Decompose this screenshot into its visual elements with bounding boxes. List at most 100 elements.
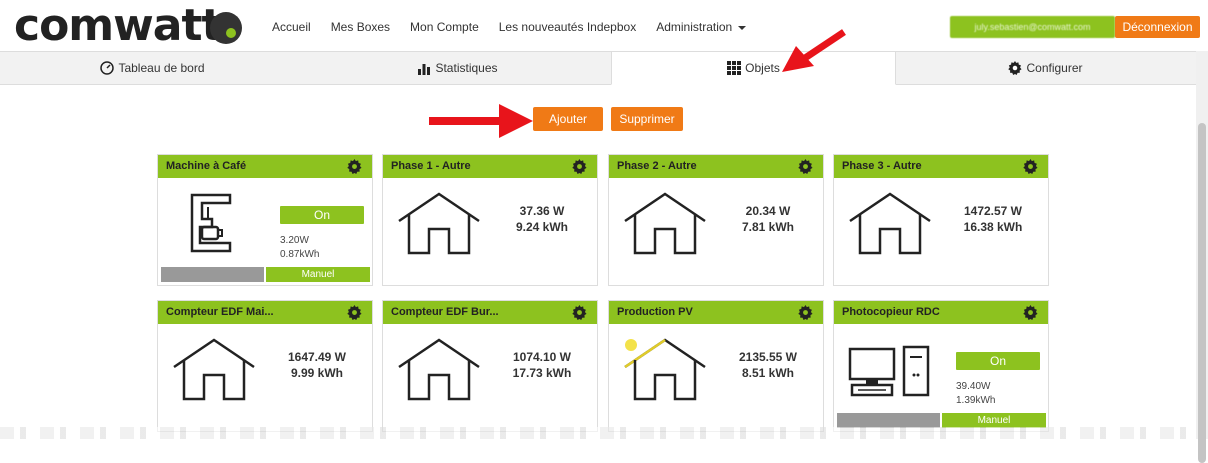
house-icon	[624, 192, 706, 255]
power-value: 1074.10 W	[512, 350, 572, 364]
card-header: Phase 3 - Autre	[834, 155, 1048, 178]
energy-value: 0.87kWh	[280, 249, 320, 260]
card-header: Compteur EDF Mai...	[158, 301, 372, 324]
nav-administration[interactable]: Administration	[656, 20, 747, 34]
schedule-bar[interactable]	[161, 267, 264, 282]
nav-accueil[interactable]: Accueil	[272, 20, 311, 34]
tab-statistiques[interactable]: Statistiques	[305, 52, 610, 84]
nav-mes-boxes[interactable]: Mes Boxes	[331, 20, 390, 34]
gear-icon[interactable]	[572, 305, 587, 320]
card-title: Compteur EDF Bur...	[391, 306, 499, 318]
object-card[interactable]: Compteur EDF Mai... 1647.49 W 9.99 kWh	[157, 300, 373, 432]
caret-down-icon	[738, 25, 747, 30]
tab-configurer[interactable]: Configurer	[895, 52, 1196, 84]
gear-icon[interactable]	[347, 305, 362, 320]
delete-button[interactable]: Supprimer	[611, 107, 683, 131]
solar-house-icon	[624, 338, 706, 401]
meter-values: 1472.57 W 16.38 kWh	[946, 203, 1040, 235]
tab-label: Configurer	[1026, 61, 1083, 75]
add-button[interactable]: Ajouter	[533, 107, 603, 131]
logo-mark-icon	[210, 12, 242, 44]
object-card[interactable]: Phase 2 - Autre 20.34 W 7.81 kWh	[608, 154, 824, 286]
card-header: Phase 1 - Autre	[383, 155, 597, 178]
house-icon	[173, 338, 255, 401]
gear-icon[interactable]	[347, 159, 362, 174]
tab-label: Statistiques	[435, 61, 498, 75]
toggle-on-button[interactable]: On	[280, 206, 364, 224]
energy-value: 17.73 kWh	[512, 366, 572, 380]
card-title: Compteur EDF Mai...	[166, 306, 274, 318]
grid-icon	[727, 61, 742, 75]
gear-icon[interactable]	[798, 159, 813, 174]
energy-value: 7.81 kWh	[741, 220, 795, 234]
object-card[interactable]: Compteur EDF Bur... 1074.10 W 17.73 kWh	[382, 300, 598, 432]
top-bar: comwatt Accueil Mes Boxes Mon Compte Les…	[0, 0, 1208, 52]
object-card[interactable]: Machine à Café On 3.20W 0.87kWh Manuel	[157, 154, 373, 286]
power-value: 1647.49 W	[287, 350, 347, 364]
gear-icon	[1008, 61, 1023, 75]
tab-label: Tableau de bord	[118, 61, 205, 75]
energy-value: 16.38 kWh	[963, 220, 1023, 234]
object-card[interactable]: Photocopieur RDC On 39.40W 1.39kWh Manue…	[833, 300, 1049, 432]
energy-value: 8.51 kWh	[741, 366, 795, 380]
red-arrow-annotation	[782, 29, 846, 72]
energy-value: 9.24 kWh	[515, 220, 569, 234]
gear-icon[interactable]	[798, 305, 813, 320]
card-title: Machine à Café	[166, 160, 247, 172]
card-header: Production PV	[609, 301, 823, 324]
meter-values: 37.36 W 9.24 kWh	[495, 203, 589, 235]
scrollbar-thumb[interactable]	[1198, 123, 1206, 463]
power-value: 39.40W	[956, 381, 991, 392]
logo[interactable]: comwatt	[14, 2, 223, 50]
meter-values: 2135.55 W 8.51 kWh	[721, 349, 815, 381]
computer-icon	[848, 345, 930, 397]
schedule-bar[interactable]	[837, 413, 940, 428]
power-value: 3.20W	[280, 235, 309, 246]
coffee-machine-icon	[190, 193, 232, 253]
object-card[interactable]: Phase 3 - Autre 1472.57 W 16.38 kWh	[833, 154, 1049, 286]
meter-values: 1647.49 W 9.99 kWh	[270, 349, 364, 381]
gear-icon[interactable]	[1023, 305, 1038, 320]
logout-button[interactable]: Déconnexion	[1115, 16, 1200, 38]
power-value: 20.34 W	[745, 204, 791, 218]
house-icon	[398, 338, 480, 401]
nav-nouveautes[interactable]: Les nouveautés Indepbox	[499, 20, 636, 34]
tab-bar: Tableau de bord Statistiques Objets Conf…	[0, 51, 1196, 85]
power-value: 2135.55 W	[738, 350, 798, 364]
card-title: Phase 2 - Autre	[617, 160, 697, 172]
red-arrow-annotation	[429, 104, 533, 138]
nav-administration-label: Administration	[656, 20, 733, 34]
card-header: Machine à Café	[158, 155, 372, 178]
bar-chart-icon	[418, 64, 431, 75]
power-value: 37.36 W	[519, 204, 565, 218]
nav-mon-compte[interactable]: Mon Compte	[410, 20, 479, 34]
main-nav: Accueil Mes Boxes Mon Compte Les nouveau…	[272, 20, 766, 34]
card-title: Production PV	[617, 306, 693, 318]
house-icon	[398, 192, 480, 255]
card-header: Compteur EDF Bur...	[383, 301, 597, 324]
object-card[interactable]: Phase 1 - Autre 37.36 W 9.24 kWh	[382, 154, 598, 286]
card-header: Photocopieur RDC	[834, 301, 1048, 324]
tab-label: Objets	[745, 61, 780, 75]
user-account-button[interactable]: july.sebastien@comwatt.com	[950, 16, 1115, 38]
meter-values: 1074.10 W 17.73 kWh	[495, 349, 589, 381]
gear-icon[interactable]	[1023, 159, 1038, 174]
tab-objets[interactable]: Objets	[611, 51, 896, 85]
cut-off-content	[0, 427, 1196, 439]
gear-icon[interactable]	[572, 159, 587, 174]
toggle-on-button[interactable]: On	[956, 352, 1040, 370]
card-title: Phase 3 - Autre	[842, 160, 922, 172]
energy-value: 1.39kWh	[956, 395, 996, 406]
card-title: Phase 1 - Autre	[391, 160, 471, 172]
energy-value: 9.99 kWh	[290, 366, 344, 380]
tab-tableau-de-bord[interactable]: Tableau de bord	[0, 52, 305, 84]
object-card[interactable]: Production PV 2135.55 W 8.51 kWh	[608, 300, 824, 432]
scrollbar[interactable]	[1196, 51, 1208, 463]
power-value: 1472.57 W	[963, 204, 1023, 218]
card-header: Phase 2 - Autre	[609, 155, 823, 178]
mode-manuel-button[interactable]: Manuel	[942, 413, 1046, 428]
mode-manuel-button[interactable]: Manuel	[266, 267, 370, 282]
house-icon	[849, 192, 931, 255]
gauge-icon	[100, 61, 115, 75]
meter-values: 20.34 W 7.81 kWh	[721, 203, 815, 235]
